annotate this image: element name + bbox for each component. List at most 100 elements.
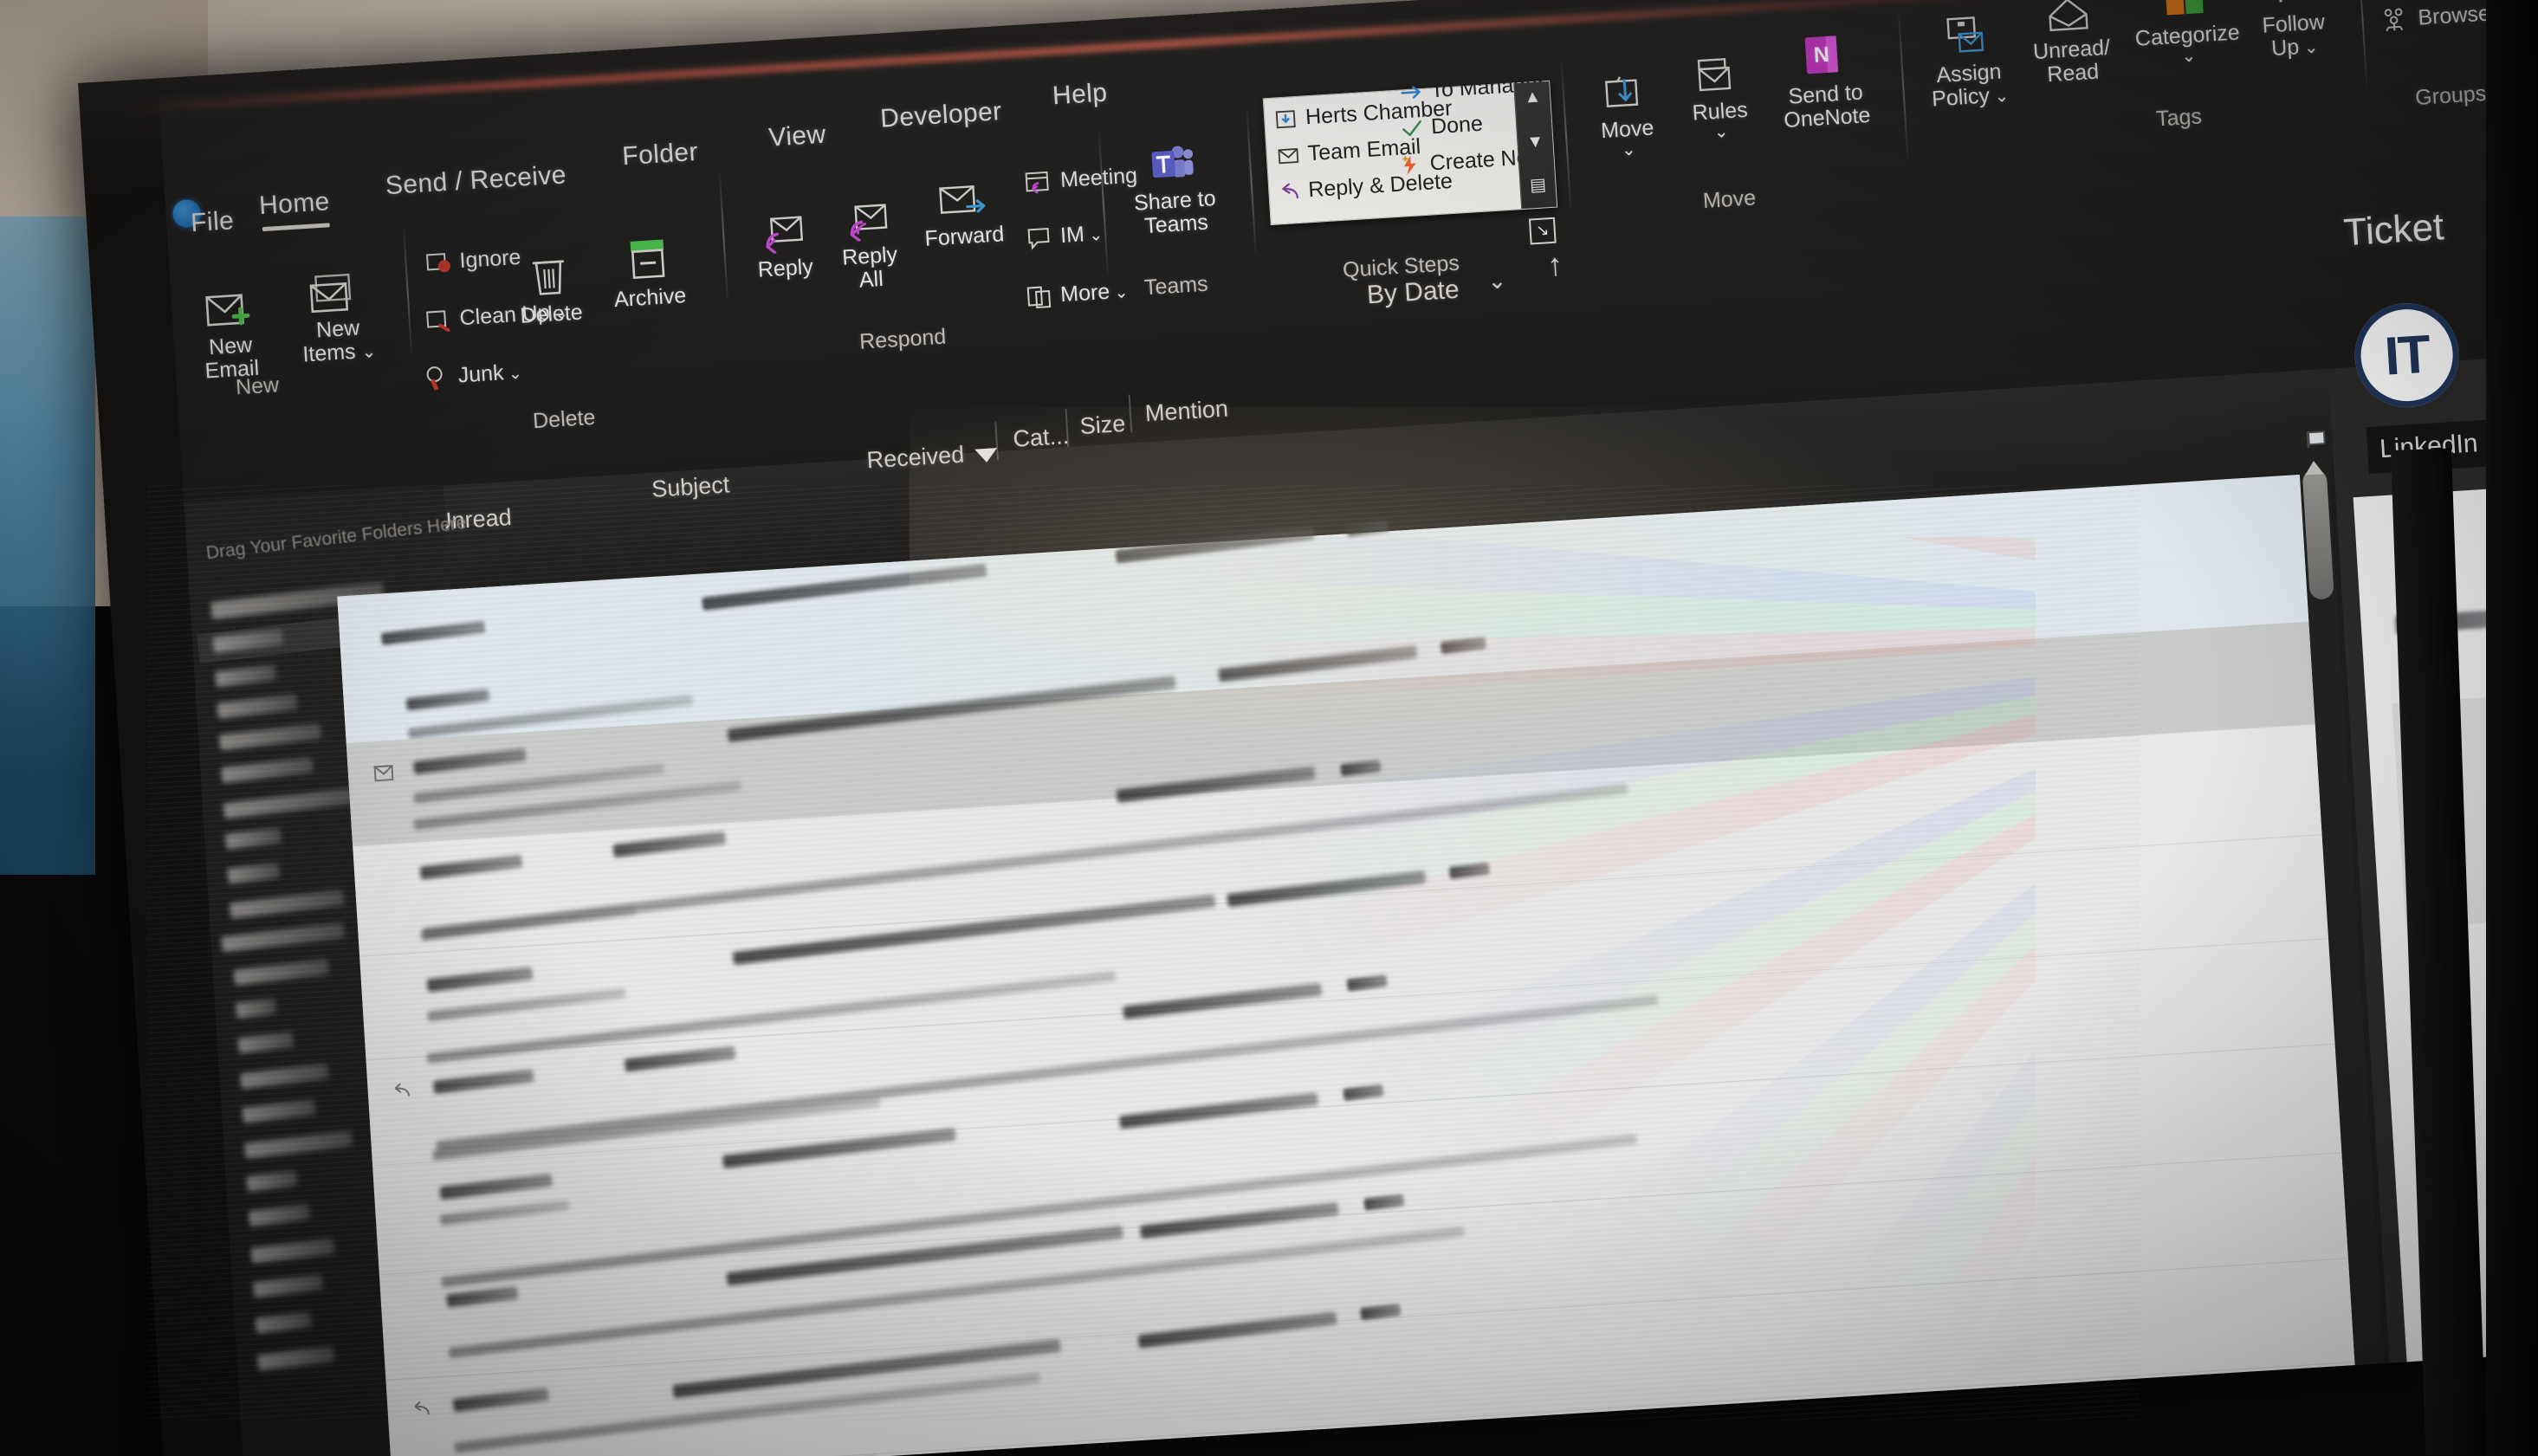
- im-icon: [1027, 228, 1050, 250]
- folder-item-9[interactable]: [220, 922, 346, 953]
- browse-groups-icon: [2384, 8, 2404, 32]
- assign-policy-caret-icon[interactable]: ⌄: [1989, 87, 2010, 107]
- reply-button[interactable]: Reply: [739, 212, 829, 283]
- delete-button[interactable]: Delete: [500, 250, 599, 328]
- folder-item-15[interactable]: [243, 1130, 353, 1159]
- quick-steps-scroll-down-icon[interactable]: ▼: [1525, 132, 1546, 152]
- tab-developer[interactable]: Developer: [879, 97, 1002, 134]
- unread-read-icon: [2048, 0, 2088, 32]
- quick-step-done[interactable]: Done: [1400, 112, 1484, 142]
- folder-item-6[interactable]: [224, 827, 282, 850]
- column-header-category[interactable]: Cat...: [1013, 423, 1070, 453]
- folder-item-5[interactable]: [223, 787, 354, 819]
- quick-steps-scroll-up-icon[interactable]: ▲: [1522, 87, 1544, 107]
- follow-up-caret-icon[interactable]: ⌄: [2299, 37, 2319, 57]
- column-header-mention[interactable]: Mention: [1144, 396, 1229, 428]
- new-email-button[interactable]: New Email: [179, 288, 280, 384]
- move-icon: [1605, 76, 1639, 107]
- more-button[interactable]: More ⌄: [1026, 278, 1130, 310]
- send-to-onenote-button[interactable]: N Send to OneNote: [1765, 30, 1884, 133]
- tab-help[interactable]: Help: [1052, 78, 1108, 111]
- rules-label: Rules: [1691, 97, 1749, 126]
- reply-all-label-line2: All: [858, 266, 884, 293]
- archive-button[interactable]: Archive: [594, 234, 702, 313]
- row-8-from: [452, 1388, 549, 1413]
- folder-item-20[interactable]: [255, 1311, 312, 1334]
- folder-item-11[interactable]: [235, 998, 277, 1019]
- row-3-preview-2: [420, 904, 637, 942]
- tab-home[interactable]: Home: [258, 187, 331, 221]
- unread-read-button[interactable]: Unread/ Read: [2018, 0, 2123, 87]
- quick-steps-gallery[interactable]: Herts Chamber To Manager Team Email Done…: [1262, 71, 1558, 226]
- row-3-from: [419, 854, 523, 880]
- folder-item-7[interactable]: [227, 862, 281, 884]
- reply-all-icon: [850, 204, 888, 243]
- rules-button[interactable]: Rules ⌄: [1674, 54, 1765, 145]
- folder-item-10[interactable]: [233, 959, 330, 986]
- folder-item-21[interactable]: [256, 1346, 335, 1371]
- folder-item-3[interactable]: [218, 722, 322, 751]
- folder-item-14[interactable]: [242, 1099, 316, 1123]
- folder-item-13[interactable]: [239, 1063, 330, 1090]
- im-button[interactable]: IM ⌄: [1026, 221, 1104, 251]
- folder-item-18[interactable]: [250, 1238, 335, 1264]
- forward-label: Forward: [923, 222, 1006, 251]
- sort-descending-icon[interactable]: [974, 448, 999, 463]
- folder-item-8[interactable]: [229, 890, 345, 919]
- row-4-preview-1: [426, 987, 626, 1022]
- quick-steps-dialog-launcher[interactable]: ↘: [1528, 217, 1557, 245]
- folder-item-16[interactable]: [246, 1170, 298, 1192]
- folder-item-4[interactable]: [220, 756, 314, 784]
- quick-steps-scrollbar[interactable]: ▲ ▼ ▤: [1513, 81, 1557, 210]
- photo-scene: File Home Send / Receive Folder View Dev…: [0, 0, 2538, 1456]
- share-to-teams-button[interactable]: Share to Teams: [1113, 140, 1235, 239]
- folder-item-12[interactable]: [237, 1031, 295, 1054]
- column-header-size[interactable]: Size: [1079, 411, 1126, 440]
- follow-up-label-line1: Follow: [2261, 10, 2326, 38]
- follow-up-button[interactable]: Follow Up ⌄: [2242, 0, 2343, 61]
- assign-policy-label-line2: Policy: [1931, 82, 1991, 111]
- junk-button[interactable]: Junk ⌄: [424, 359, 523, 392]
- folder-item-1[interactable]: [214, 664, 277, 688]
- reply-all-button[interactable]: Reply All: [823, 200, 915, 294]
- move-button[interactable]: Move ⌄: [1581, 71, 1673, 162]
- assign-policy-button[interactable]: Assign Policy ⌄: [1915, 11, 2020, 111]
- archive-icon: [630, 239, 665, 280]
- check-icon: [1402, 120, 1421, 137]
- column-header-subject[interactable]: Subject: [651, 471, 730, 503]
- adjacent-screen-edge: [0, 217, 95, 875]
- folder-item-19[interactable]: [252, 1274, 324, 1298]
- folder-item-17[interactable]: [248, 1204, 311, 1227]
- group-label-teams: Teams: [1143, 271, 1209, 301]
- reading-pane-title: Ticket: [2342, 205, 2445, 255]
- teams-icon: [1150, 146, 1194, 178]
- quick-steps-more-icon[interactable]: ▤: [1527, 173, 1549, 195]
- trash-icon: [532, 260, 564, 295]
- sort-by-control[interactable]: By Date: [1366, 275, 1460, 311]
- group-label-groups: Groups: [2414, 81, 2487, 110]
- chevron-down-icon[interactable]: ⌄: [1486, 267, 1507, 294]
- new-email-icon: [205, 294, 250, 327]
- tab-send-receive[interactable]: Send / Receive: [385, 160, 567, 201]
- new-items-caret-icon: ⌄: [360, 341, 377, 362]
- folder-item-2[interactable]: [217, 694, 298, 719]
- column-header-received[interactable]: Received: [866, 442, 965, 475]
- tab-file[interactable]: File: [190, 206, 235, 238]
- junk-icon: [426, 366, 443, 392]
- categorize-button[interactable]: Categorize ⌄: [2123, 0, 2250, 69]
- message-list: [337, 475, 2360, 1456]
- tab-view[interactable]: View: [767, 120, 826, 153]
- row-6-preview-1: [439, 1200, 570, 1226]
- more-label: More: [1059, 279, 1111, 307]
- assign-policy-icon: [1946, 16, 1984, 53]
- arrow-up-icon[interactable]: ↑: [1546, 246, 1564, 283]
- ignore-icon: [426, 253, 450, 273]
- row-0-subject: [702, 563, 987, 611]
- forward-button[interactable]: Forward: [907, 181, 1019, 251]
- monitor-bezel: File Home Send / Receive Folder View Dev…: [78, 0, 2538, 1456]
- new-items-button[interactable]: New Items ⌄: [282, 270, 392, 366]
- reply-label: Reply: [757, 254, 814, 282]
- tab-folder[interactable]: Folder: [621, 138, 698, 171]
- row-7-from: [446, 1285, 519, 1308]
- meeting-icon: [1025, 171, 1049, 195]
